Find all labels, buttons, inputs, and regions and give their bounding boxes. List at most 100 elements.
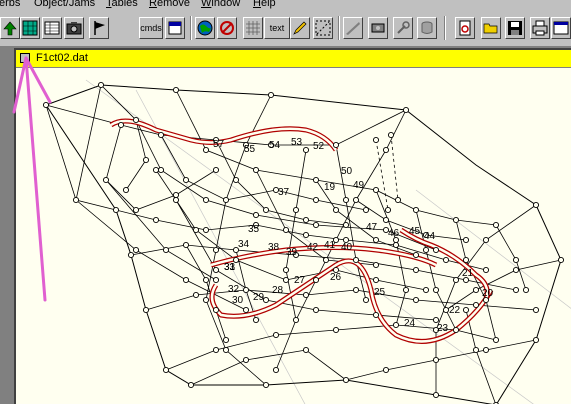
network-node[interactable]	[442, 256, 450, 264]
network-node[interactable]	[452, 326, 460, 334]
network-node[interactable]	[302, 146, 310, 154]
network-node[interactable]	[362, 206, 370, 214]
network-node[interactable]	[392, 241, 400, 249]
network-node[interactable]	[172, 191, 180, 199]
network-node[interactable]	[212, 306, 220, 314]
network-node[interactable]	[182, 176, 190, 184]
network-node[interactable]	[402, 286, 410, 294]
network-node[interactable]	[492, 336, 500, 344]
network-node[interactable]	[132, 246, 140, 254]
network-node[interactable]	[152, 166, 160, 174]
network-node[interactable]	[412, 266, 420, 274]
menu-help[interactable]: Help	[253, 0, 276, 9]
signal-button[interactable]	[217, 17, 237, 39]
network-node[interactable]	[292, 316, 300, 324]
network-node[interactable]	[252, 211, 260, 219]
open-folder-button[interactable]	[481, 17, 501, 39]
network-node[interactable]	[252, 166, 260, 174]
network-node[interactable]	[157, 166, 165, 174]
network-node[interactable]	[97, 81, 105, 89]
network-canvas[interactable]: 57 55 54 53 52 50 49 47 46 45 44 42 41 4…	[16, 50, 571, 404]
wrench-button[interactable]	[393, 17, 413, 39]
window-button[interactable]	[551, 17, 571, 39]
network-node[interactable]	[532, 201, 540, 209]
network-node[interactable]	[312, 306, 320, 314]
network-node[interactable]	[157, 131, 165, 139]
network-node[interactable]	[492, 221, 500, 229]
network-node[interactable]	[302, 216, 310, 224]
network-node[interactable]	[152, 216, 160, 224]
network-node[interactable]	[392, 321, 400, 329]
network-node[interactable]	[187, 381, 195, 389]
network-node[interactable]	[272, 331, 280, 339]
camera-button[interactable]	[64, 17, 84, 39]
network-node[interactable]	[312, 221, 320, 229]
network-node[interactable]	[352, 256, 360, 264]
network-node[interactable]	[384, 206, 392, 214]
network-node[interactable]	[382, 146, 390, 154]
network-node[interactable]	[202, 196, 210, 204]
network-node[interactable]	[117, 121, 125, 129]
network-node[interactable]	[312, 176, 320, 184]
network-node[interactable]	[302, 346, 310, 354]
menu-window[interactable]: Window	[201, 0, 240, 9]
network-node[interactable]	[512, 256, 520, 264]
text-button[interactable]: text	[264, 17, 290, 39]
network-node[interactable]	[262, 296, 270, 304]
network-node[interactable]	[432, 356, 440, 364]
select-dashed-button[interactable]	[313, 17, 333, 39]
network-node[interactable]	[342, 376, 350, 384]
network-node[interactable]	[302, 231, 310, 239]
network-node[interactable]	[412, 206, 420, 214]
network-node[interactable]	[312, 276, 320, 284]
print-button[interactable]	[530, 17, 550, 39]
network-node[interactable]	[332, 326, 340, 334]
network-node[interactable]	[202, 296, 210, 304]
network-node[interactable]	[512, 266, 520, 274]
network-node[interactable]	[352, 196, 360, 204]
network-node[interactable]	[372, 311, 380, 319]
network-node[interactable]	[102, 176, 110, 184]
network-node[interactable]	[462, 236, 470, 244]
network-node[interactable]	[222, 346, 230, 354]
network-node[interactable]	[512, 286, 520, 294]
network-node[interactable]	[162, 366, 170, 374]
network-node[interactable]	[212, 266, 220, 274]
network-node[interactable]	[352, 286, 360, 294]
menu-tables[interactable]: Tables	[106, 0, 138, 9]
network-node[interactable]	[142, 156, 150, 164]
network-node[interactable]	[332, 206, 340, 214]
network-node[interactable]	[192, 291, 200, 299]
menu-remove[interactable]: Remove	[149, 0, 190, 9]
network-node[interactable]	[382, 366, 390, 374]
network-node[interactable]	[387, 131, 395, 139]
network-node[interactable]	[372, 186, 380, 194]
road-button[interactable]	[343, 17, 363, 39]
network-node[interactable]	[452, 276, 460, 284]
network-node[interactable]	[322, 256, 330, 264]
network-node[interactable]	[202, 146, 210, 154]
network-node[interactable]	[232, 176, 240, 184]
network-node[interactable]	[212, 276, 220, 284]
network-node[interactable]	[212, 246, 220, 254]
network-node[interactable]	[212, 166, 220, 174]
network-node[interactable]	[262, 206, 270, 214]
network-node[interactable]	[372, 136, 380, 144]
network-node[interactable]	[422, 286, 430, 294]
globe-button[interactable]	[195, 17, 215, 39]
network-node[interactable]	[192, 226, 200, 234]
network-node[interactable]	[472, 346, 480, 354]
network-node[interactable]	[462, 306, 470, 314]
network-node[interactable]	[452, 216, 460, 224]
network-node[interactable]	[482, 236, 490, 244]
network-node[interactable]	[162, 246, 170, 254]
tools-button[interactable]	[368, 17, 388, 39]
network-node[interactable]	[172, 86, 180, 94]
network-node[interactable]	[302, 291, 310, 299]
network-node[interactable]	[172, 196, 180, 204]
network-node[interactable]	[372, 261, 380, 269]
menu-verbs[interactable]: erbs	[0, 0, 20, 9]
network-node[interactable]	[522, 286, 530, 294]
network-node[interactable]	[182, 276, 190, 284]
network-node[interactable]	[532, 306, 540, 314]
